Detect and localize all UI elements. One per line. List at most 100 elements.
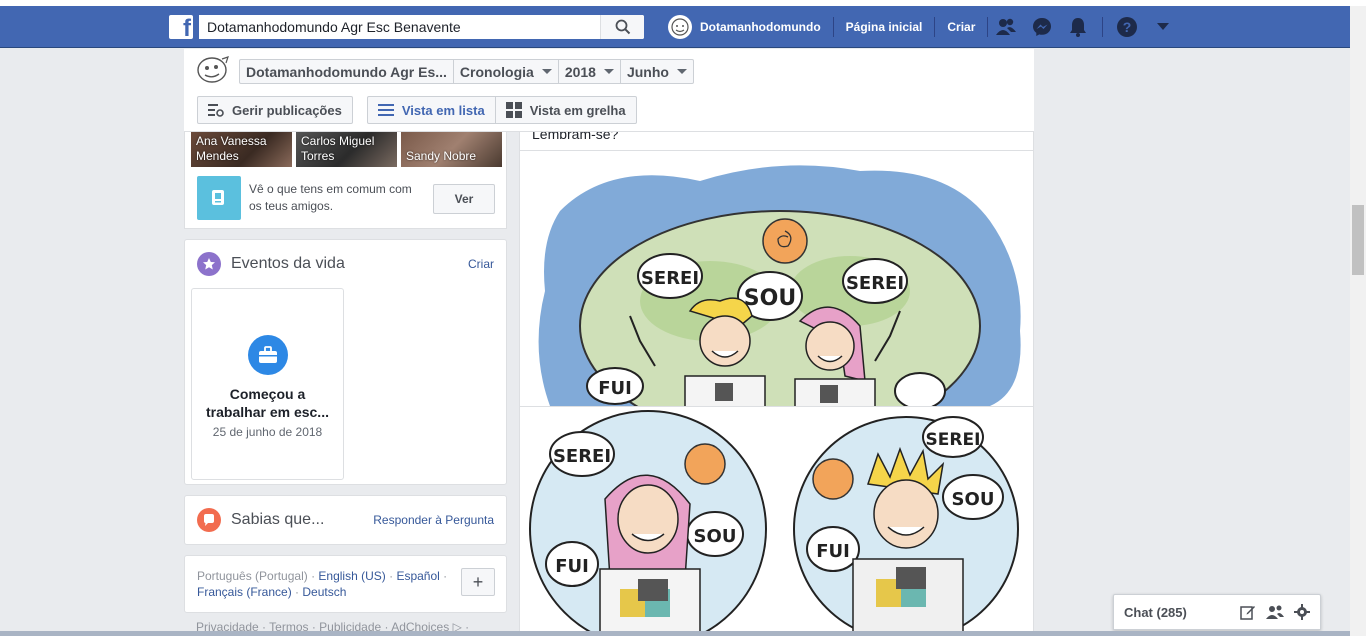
chevron-down-icon <box>603 69 614 74</box>
friends-card: Ana Vanessa Mendes Carlos Miguel Torres … <box>184 132 507 229</box>
speech-bubble-serei: SEREI <box>926 430 981 450</box>
did-you-know-card: Sabias que... Responder à Pergunta <box>184 495 507 545</box>
grid-view-icon <box>505 102 522 118</box>
facebook-logo[interactable]: f <box>169 15 193 42</box>
search-icon <box>615 19 630 35</box>
manage-posts-label: Gerir publicações <box>232 102 342 118</box>
language-card: Português (Portugal) · English (US) · Es… <box>184 555 507 613</box>
speech-bubble-sou: SOU <box>952 489 995 510</box>
friend-requests-icon[interactable] <box>994 15 1018 39</box>
speech-bubble-serei: SEREI <box>553 446 611 467</box>
timeline-breadcrumb: Dotamanhodomundo Agr Es... Cronologia 20… <box>239 59 694 84</box>
profile-name: Dotamanhodomundo <box>700 20 821 34</box>
new-message-icon[interactable] <box>1240 604 1256 620</box>
chevron-down-icon <box>676 69 687 74</box>
page-logo-icon[interactable] <box>196 55 230 85</box>
grid-view-button[interactable]: Vista em grelha <box>495 96 637 124</box>
list-view-button[interactable]: Vista em lista <box>366 96 496 124</box>
speech-bubble-sou: SOU <box>744 286 796 311</box>
speech-bubble-fui: FUI <box>598 378 632 399</box>
crumb-label: 2018 <box>564 63 596 80</box>
crumb-page-name[interactable]: Dotamanhodomundo Agr Es... <box>240 60 454 83</box>
crumb-label: Dotamanhodomundo Agr Es... <box>246 63 447 80</box>
speech-bubble-serei: SEREI <box>641 268 699 289</box>
profile-link[interactable]: Dotamanhodomundo <box>668 15 833 39</box>
life-event-item[interactable]: Começou a trabalhar em esc... 25 de junh… <box>191 288 344 480</box>
friend-name: Carlos Miguel Torres <box>301 134 375 163</box>
help-icon[interactable]: ? <box>1115 15 1139 39</box>
life-events-card: Eventos da vida Criar Começou a trabalha… <box>184 239 507 485</box>
search-input[interactable] <box>199 15 600 39</box>
facebook-logo-letter: f <box>183 15 191 42</box>
language-link[interactable]: English (US) <box>318 569 385 583</box>
view-toggle: Vista em lista Vista em grelha <box>366 96 637 124</box>
chat-sidebar-bar[interactable]: Chat (285) <box>1113 594 1321 630</box>
os-taskbar-edge <box>0 631 1350 636</box>
did-you-know-header: Sabias que... Responder à Pergunta <box>197 508 494 532</box>
crumb-timeline-dropdown[interactable]: Cronologia <box>454 60 559 83</box>
profile-face-icon <box>671 18 689 36</box>
nav-divider <box>1102 17 1104 37</box>
chat-settings-gear-icon[interactable] <box>1294 604 1310 620</box>
language-link[interactable]: Español <box>396 569 439 583</box>
nav-divider <box>987 17 989 37</box>
language-link[interactable]: Deutsch <box>302 585 346 599</box>
messenger-icon[interactable] <box>1030 15 1054 39</box>
account-menu-chevron-down-icon[interactable] <box>1151 15 1175 39</box>
friend-thumbnail[interactable]: Ana Vanessa Mendes <box>191 132 292 167</box>
home-link[interactable]: Página inicial <box>834 20 935 34</box>
post-photo-girl[interactable]: SEREI SOU FUI <box>520 409 775 635</box>
crumb-year-dropdown[interactable]: 2018 <box>559 60 621 83</box>
language-link[interactable]: Français (France) <box>197 585 292 599</box>
notifications-bell-icon[interactable] <box>1066 15 1090 39</box>
post-photo-main[interactable]: SEREI SOU SEREI FUI <box>520 151 1033 406</box>
did-you-know-title: Sabias que... <box>231 511 325 528</box>
manage-posts-button[interactable]: Gerir publicações <box>197 96 353 124</box>
list-view-icon <box>377 104 394 116</box>
avatar <box>668 15 692 39</box>
post-caption: Lembram-se? <box>532 132 619 142</box>
list-view-label: Vista em lista <box>401 102 485 118</box>
timeline-header: Dotamanhodomundo Agr Es... Cronologia 20… <box>184 49 1034 132</box>
answer-question-link[interactable]: Responder à Pergunta <box>373 513 494 527</box>
friend-thumbnail[interactable]: Carlos Miguel Torres <box>296 132 397 167</box>
common-interests-row: Vê o que tens em comum com os teus amigo… <box>197 176 497 220</box>
page-scrollbar-track[interactable] <box>1350 6 1366 636</box>
search-button[interactable] <box>600 15 644 39</box>
friend-name: Ana Vanessa Mendes <box>196 134 267 163</box>
briefcase-icon <box>247 335 288 375</box>
current-language: Português (Portugal) <box>197 569 308 583</box>
more-languages-button[interactable]: + <box>461 568 495 596</box>
crumb-label: Junho <box>626 63 669 80</box>
life-event-title: Começou a trabalhar em esc... <box>206 386 329 420</box>
timeline-tools: Gerir publicações Vista em lista Vista e… <box>197 96 637 124</box>
speech-bubble-sou: SOU <box>694 526 737 547</box>
drawing-globe-children: SEREI SOU SEREI FUI <box>538 165 1021 406</box>
friend-thumbnail[interactable]: Sandy Nobre <box>401 132 502 167</box>
crumb-label: Cronologia <box>459 63 534 80</box>
life-events-header: Eventos da vida Criar <box>197 252 494 276</box>
create-link[interactable]: Criar <box>935 20 987 34</box>
speech-bubble-serei: SEREI <box>846 273 904 294</box>
create-life-event-link[interactable]: Criar <box>468 257 494 271</box>
speech-bubble-fui: FUI <box>555 556 589 577</box>
grid-view-label: Vista em grelha <box>529 102 626 118</box>
chat-label: Chat (285) <box>1124 604 1187 620</box>
post-photo-boy[interactable]: SEREI SOU FUI <box>778 409 1033 635</box>
speech-bubble-icon <box>197 508 221 532</box>
post-card: Lembram-se? SEREI SOU SEREI FUI SEREI SO… <box>519 132 1034 636</box>
life-event-date: 25 de junho de 2018 <box>212 425 323 439</box>
manage-posts-icon <box>208 104 224 117</box>
friend-name: Sandy Nobre <box>406 149 477 163</box>
ver-button[interactable]: Ver <box>433 184 495 214</box>
page-scrollbar-thumb[interactable] <box>1352 205 1364 275</box>
drawing-girl: SEREI SOU FUI <box>529 410 767 635</box>
language-list: Português (Portugal) · English (US) · Es… <box>197 569 448 599</box>
drawing-boy: SEREI SOU FUI <box>793 416 1019 635</box>
friendship-card-icon <box>197 176 241 220</box>
svg-text:?: ? <box>1123 19 1132 35</box>
crumb-month-dropdown[interactable]: Junho <box>621 60 693 83</box>
common-interests-text: Vê o que tens em comum com os teus amigo… <box>249 182 412 213</box>
chat-icons <box>1240 604 1310 620</box>
group-chat-icon[interactable] <box>1266 604 1284 620</box>
